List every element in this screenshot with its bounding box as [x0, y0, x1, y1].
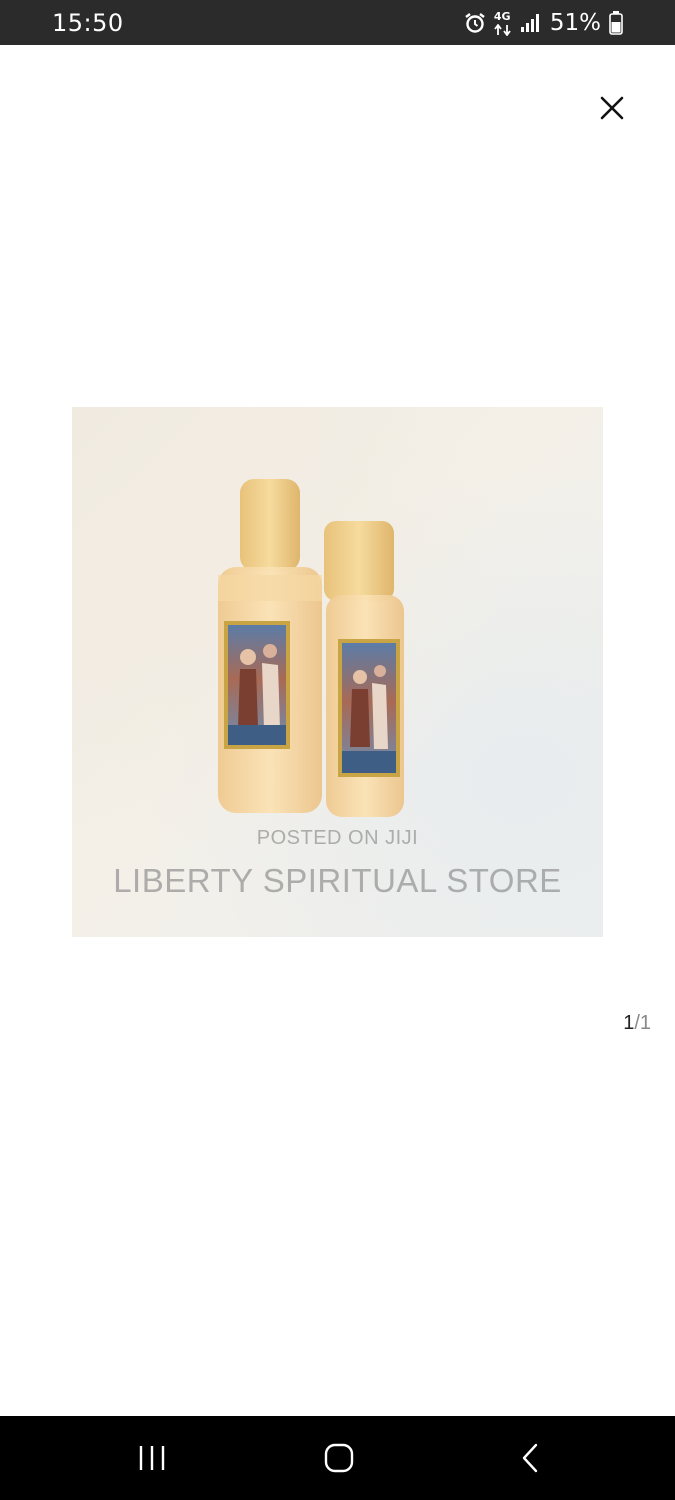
small-bottle [324, 521, 404, 817]
status-time: 15:50 [52, 9, 124, 37]
watermark-posted-on: POSTED ON JIJI [256, 827, 419, 849]
counter-current: 1 [623, 1012, 635, 1034]
back-icon[interactable] [520, 1443, 540, 1473]
close-button[interactable] [594, 90, 630, 126]
close-icon[interactable] [599, 95, 625, 121]
navigation-bar [0, 1416, 675, 1500]
image-counter: 1/1 [623, 1012, 651, 1035]
status-icons: 4G 51% [464, 8, 623, 38]
4g-data-icon: 4G [494, 10, 512, 36]
recents-button[interactable] [122, 1438, 182, 1478]
battery-percent: 51% [549, 10, 601, 36]
home-icon[interactable] [324, 1443, 354, 1473]
battery-icon [609, 11, 623, 35]
back-button[interactable] [500, 1438, 560, 1478]
watermark-store-name: LIBERTY SPIRITUAL STORE [113, 862, 562, 899]
home-button[interactable] [309, 1438, 369, 1478]
product-bottles-image [218, 479, 404, 817]
product-photo[interactable]: POSTED ON JIJI LIBERTY SPIRITUAL STORE [72, 407, 603, 937]
recents-icon[interactable] [137, 1444, 167, 1472]
large-bottle [218, 479, 322, 813]
counter-total: 1 [639, 1012, 651, 1034]
status-bar: 15:50 4G 51% [0, 0, 675, 45]
alarm-icon [464, 12, 486, 34]
signal-icon [520, 13, 540, 33]
